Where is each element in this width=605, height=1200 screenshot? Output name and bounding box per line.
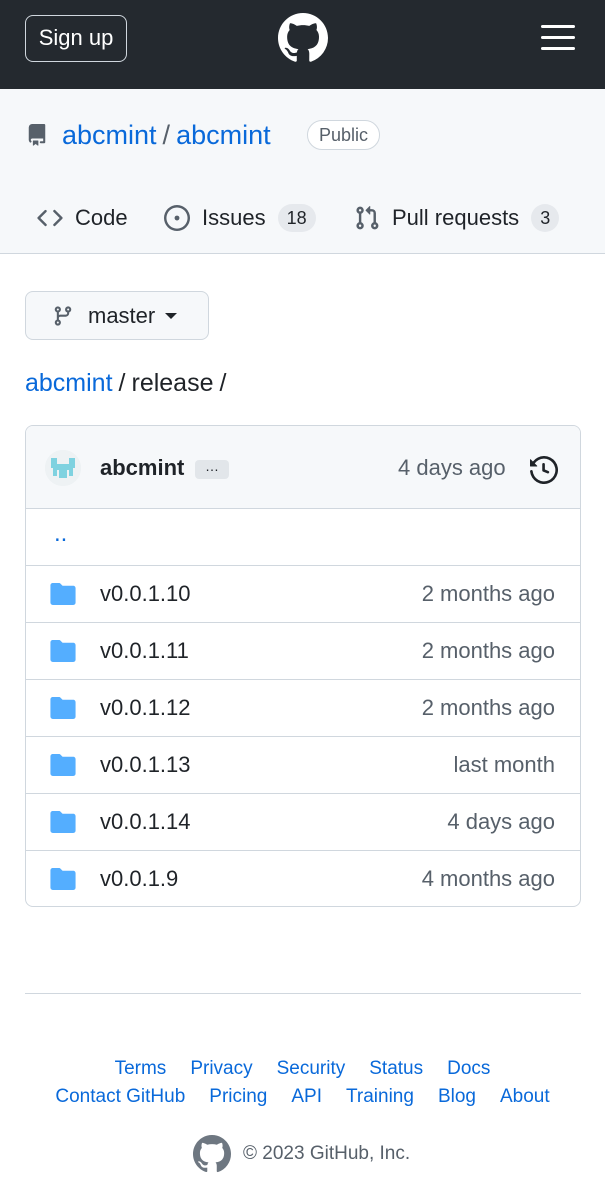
file-row[interactable]: v0.0.1.12 2 months ago <box>26 680 580 737</box>
file-row[interactable]: v0.0.1.10 2 months ago <box>26 566 580 623</box>
history-icon[interactable] <box>530 456 558 484</box>
footer-link-security[interactable]: Security <box>277 1056 346 1082</box>
top-navigation-bar: Sign up <box>0 0 605 89</box>
git-branch-icon <box>54 305 72 326</box>
last-commit-age: last month <box>453 752 556 777</box>
footer-link-pricing[interactable]: Pricing <box>209 1084 267 1110</box>
pull-requests-count-badge: 3 <box>531 204 560 232</box>
repository-tabs: Code Issues 18 Pull requests 3 <box>0 189 605 254</box>
commit-author-link[interactable]: abcmint <box>100 454 184 482</box>
footer-link-contact-github[interactable]: Contact GitHub <box>55 1084 185 1110</box>
folder-icon <box>50 868 76 890</box>
parent-directory-link[interactable]: .. <box>54 519 67 549</box>
github-mark-icon[interactable] <box>193 1135 231 1173</box>
footer-link-about[interactable]: About <box>500 1084 550 1110</box>
folder-name-link[interactable]: v0.0.1.11 <box>100 637 189 665</box>
footer-link-privacy[interactable]: Privacy <box>190 1056 252 1082</box>
github-mark-icon[interactable] <box>278 13 328 63</box>
tab-issues[interactable]: Issues 18 <box>164 201 316 235</box>
breadcrumb-separator: / <box>118 369 126 397</box>
footer-link-terms[interactable]: Terms <box>115 1056 167 1082</box>
repository-header: abcmint / abcmint Public Code Issues 18 Pu… <box>0 89 605 254</box>
folder-icon <box>50 754 76 776</box>
footer-link-docs[interactable]: Docs <box>447 1056 490 1082</box>
tab-code-label: Code <box>75 205 128 230</box>
tab-pull-requests[interactable]: Pull requests 3 <box>354 201 560 235</box>
file-row[interactable]: v0.0.1.11 2 months ago <box>26 623 580 680</box>
breadcrumb-current-folder: release <box>131 369 214 397</box>
branch-select-button[interactable]: master <box>25 291 209 340</box>
branch-name: master <box>88 302 156 328</box>
issues-count-badge: 18 <box>277 204 316 232</box>
commit-age: 4 days ago <box>398 455 506 480</box>
file-row[interactable]: v0.0.1.9 4 months ago <box>26 851 580 906</box>
folder-icon <box>50 811 76 833</box>
footer-links-row-1: Terms Privacy Security Status Docs <box>0 1056 605 1082</box>
last-commit-age: 2 months ago <box>421 695 555 720</box>
breadcrumb-root-link[interactable]: abcmint <box>25 369 113 397</box>
footer-link-api[interactable]: API <box>291 1084 322 1110</box>
repo-name-link[interactable]: abcmint <box>176 120 271 150</box>
hamburger-menu-icon[interactable] <box>541 25 575 51</box>
footer-links-row-2: Contact GitHub Pricing API Training Blog… <box>0 1084 605 1110</box>
breadcrumb-trailing-separator: / <box>219 369 227 397</box>
code-icon <box>37 209 63 227</box>
footer-link-status[interactable]: Status <box>369 1056 423 1082</box>
commit-message-expand-button[interactable]: … <box>195 459 229 479</box>
folder-name-link[interactable]: v0.0.1.12 <box>100 694 191 722</box>
copyright-text: © 2023 GitHub, Inc. <box>243 1143 411 1164</box>
folder-name-link[interactable]: v0.0.1.13 <box>100 751 191 779</box>
repo-owner-link[interactable]: abcmint <box>62 120 157 150</box>
tab-code[interactable]: Code <box>37 201 128 235</box>
parent-directory-row[interactable]: .. <box>26 509 580 566</box>
repo-icon <box>28 124 46 146</box>
latest-commit-row: abcmint … 4 days ago <box>26 426 580 509</box>
folder-name-link[interactable]: v0.0.1.9 <box>100 865 178 893</box>
last-commit-age: 2 months ago <box>421 581 555 606</box>
repo-title-separator: / <box>162 120 171 150</box>
breadcrumb: abcmint / release / <box>25 366 232 400</box>
file-row[interactable]: v0.0.1.13 last month <box>26 737 580 794</box>
tab-pull-requests-label: Pull requests <box>392 205 520 230</box>
folder-name-link[interactable]: v0.0.1.14 <box>100 808 191 836</box>
folder-icon <box>50 697 76 719</box>
last-commit-age: 4 months ago <box>421 866 555 891</box>
folder-name-link[interactable]: v0.0.1.10 <box>100 580 191 608</box>
git-pull-request-icon <box>356 205 379 230</box>
folder-icon <box>50 640 76 662</box>
tab-issues-label: Issues <box>202 205 266 230</box>
last-commit-age: 4 days ago <box>447 809 555 834</box>
footer-link-blog[interactable]: Blog <box>438 1084 476 1110</box>
file-row[interactable]: v0.0.1.14 4 days ago <box>26 794 580 851</box>
last-commit-age: 2 months ago <box>421 638 555 663</box>
avatar[interactable] <box>45 450 81 486</box>
sign-up-button[interactable]: Sign up <box>25 15 127 62</box>
footer-link-training[interactable]: Training <box>346 1084 414 1110</box>
footer-divider <box>25 993 581 994</box>
chevron-down-icon <box>165 312 178 319</box>
footer-copyright: © 2023 GitHub, Inc. <box>193 1135 410 1173</box>
issue-opened-icon <box>164 205 190 231</box>
identicon-icon <box>45 450 81 486</box>
folder-icon <box>50 583 76 605</box>
file-browser: abcmint … 4 days ago .. v0.0.1.10 2 month… <box>25 425 581 907</box>
visibility-badge: Public <box>307 120 381 150</box>
repository-title: abcmint / abcmint <box>62 118 271 152</box>
